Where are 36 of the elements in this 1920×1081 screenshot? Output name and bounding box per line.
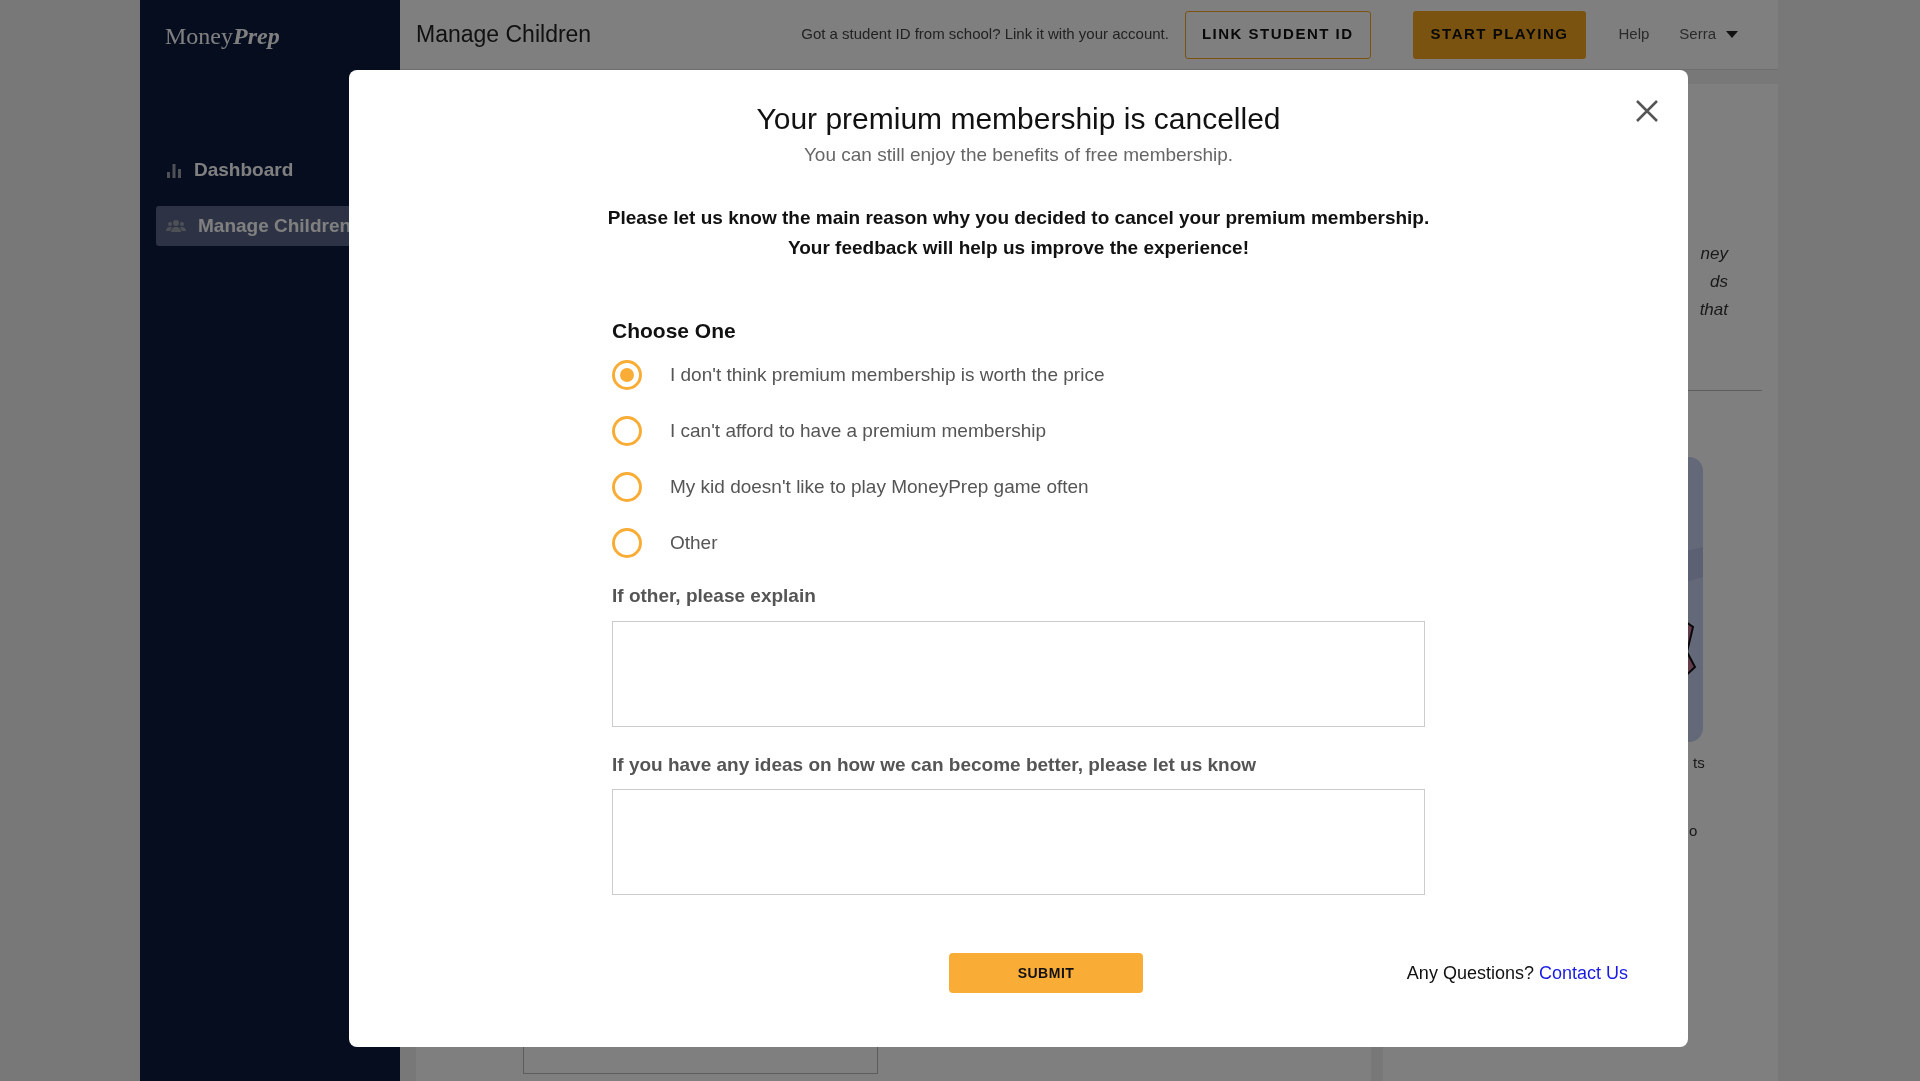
reason-option[interactable]: I can't afford to have a premium membership	[612, 416, 1425, 446]
logo: MoneyPrep	[164, 22, 281, 51]
card-text: o	[1689, 820, 1699, 841]
dialog-title: Your premium membership is cancelled	[756, 101, 1281, 137]
reason-option[interactable]: Other	[612, 528, 1425, 558]
link-hint: Got a student ID from school? Link it with your account.	[801, 24, 1169, 45]
questions-text: Any Questions?	[1406, 962, 1534, 983]
field-label: If other, please explain	[612, 584, 817, 608]
text-area[interactable]	[612, 789, 1425, 895]
user-menu[interactable]: Serra	[1679, 23, 1738, 46]
field-label: If you have any ideas on how we can become better, please let us know	[612, 752, 1258, 777]
description-text: that	[1699, 300, 1728, 320]
description-text: ney	[1700, 244, 1728, 264]
feedback-prompt: Your feedback will help us improve the experience!	[787, 236, 1250, 260]
help-link[interactable]: Help	[1618, 23, 1650, 46]
bar-chart-icon	[166, 162, 182, 178]
radio-button[interactable]	[612, 528, 642, 558]
page-title: Manage Children	[416, 20, 592, 50]
users-icon	[166, 218, 186, 234]
reason-option[interactable]: My kid doesn't like to play MoneyPrep game often	[612, 472, 1425, 502]
sidebar-item[interactable]: Dashboard	[156, 150, 400, 190]
link-student-id-button[interactable]: LINK STUDENT ID	[1184, 10, 1371, 59]
radio-button[interactable]	[612, 360, 642, 390]
dialog-subtitle: You can still enjoy the benefits of free membership.	[803, 143, 1234, 167]
card-text: ts	[1693, 753, 1706, 773]
caret-icon	[1726, 31, 1738, 38]
text-area[interactable]	[612, 620, 1425, 727]
submit-button[interactable]: SUBMIT	[949, 953, 1143, 993]
reason-option[interactable]: I don't think premium membership is worth the price	[612, 360, 1425, 390]
radio-button[interactable]	[612, 472, 642, 502]
radio-button[interactable]	[612, 416, 642, 446]
close-icon	[1636, 100, 1658, 122]
description-text: ds	[1710, 272, 1728, 292]
choose-one-label: Choose One	[612, 317, 737, 344]
contact-us-link[interactable]: Contact Us	[1538, 962, 1628, 983]
feedback-prompt: Please let us know the main reason why you decided to cancel your premium membership.	[607, 205, 1430, 230]
